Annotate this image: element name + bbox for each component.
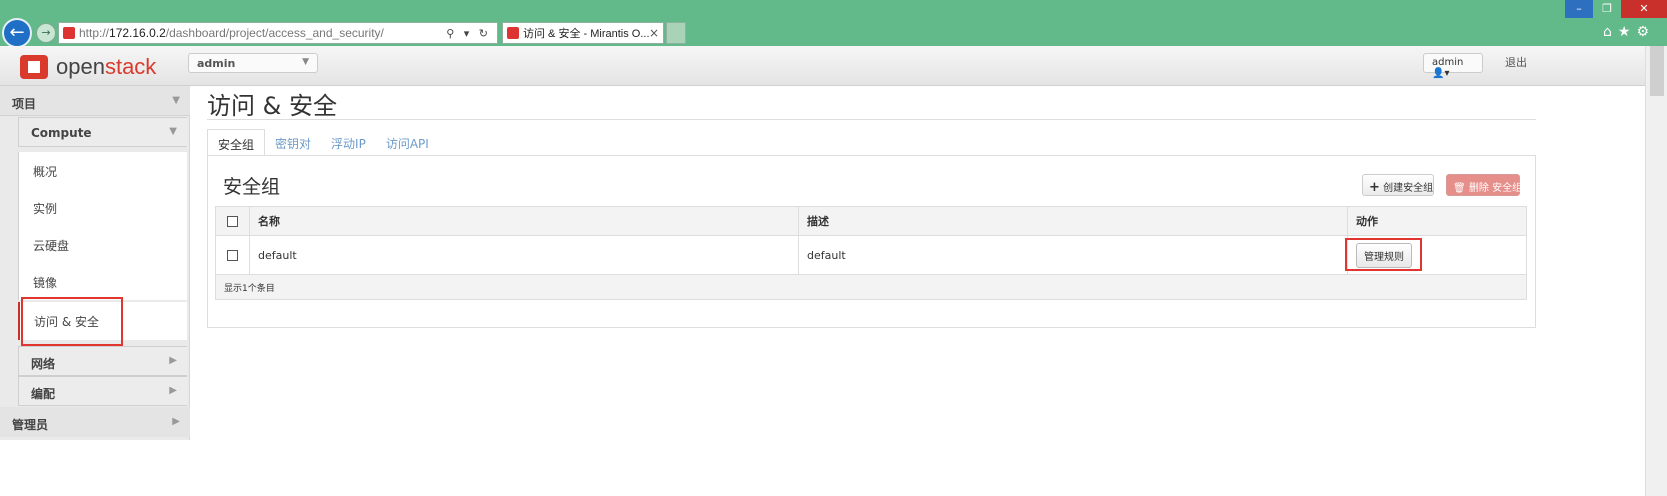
close-icon[interactable]: ✕ [1621,0,1667,18]
user-menu-button[interactable]: admin 👤▾ [1423,53,1483,79]
sidebar-item-label: 镜像 [33,276,58,290]
logout-link[interactable]: 退出 [1505,54,1527,70]
plus-icon: + [1369,180,1380,195]
sidebar-item-images[interactable]: 镜像 [18,263,187,300]
table-header-row: 名称 描述 动作 [215,206,1527,236]
column-header-actions: 动作 [1347,206,1527,236]
tab-key-pairs[interactable]: 密钥对 [265,129,321,156]
sidebar-group-label: Compute [31,126,92,140]
tab-close-icon[interactable]: × [649,26,659,40]
sidebar-item-label: 云硬盘 [33,239,70,253]
page-title: 访问 & 安全 [207,92,337,120]
chevron-down-icon: ▼ [172,95,180,106]
tab-api-access[interactable]: 访问API [376,129,439,156]
sidebar-item-label: 实例 [33,202,58,216]
sidebar-section-label: 管理员 [12,418,49,432]
sidebar-item-overview[interactable]: 概况 [18,152,187,189]
window-controls: – ❐ ✕ [1565,0,1667,18]
title-divider [207,119,1536,120]
sidebar-group-orchestration[interactable]: 编配 ▶ [18,376,187,406]
logo-text: openstack [56,54,157,79]
address-bar[interactable]: http://172.16.0.2/dashboard/project/acce… [58,22,498,44]
cell-name: default [249,235,799,275]
browser-toolbar-icons: ⌂★⚙ [1603,24,1655,40]
table-footer-count: 显示1个条目 [215,274,1527,300]
sidebar-item-volumes[interactable]: 云硬盘 [18,226,187,263]
sidebar-group-compute[interactable]: Compute ▼ [18,117,187,147]
chevron-down-icon: ▼ [169,126,177,137]
delete-security-group-button[interactable]: 🗑 删除 安全组 [1446,174,1523,196]
restore-icon[interactable]: ❐ [1593,0,1621,18]
row-select-cell [215,235,250,275]
row-checkbox[interactable] [227,250,238,261]
home-icon[interactable]: ⌂ [1603,24,1618,40]
cell-description: default [798,235,1348,275]
sidebar-group-label: 编配 [31,387,56,401]
chevron-down-icon: ▼ [302,57,309,67]
select-all-cell [215,206,250,236]
create-security-group-button[interactable]: + 创建安全组 [1362,174,1434,196]
sidebar-group-label: 网络 [31,357,56,371]
select-all-checkbox[interactable] [227,216,238,227]
browser-chrome: ← → http://172.16.0.2/dashboard/project/… [0,0,1667,48]
user-menu-label: admin [1432,57,1464,68]
highlight-box-manage-rules [1345,238,1422,271]
sidebar-section-project[interactable]: 项目 ▼ [0,86,190,116]
security-groups-table: 名称 描述 动作 default default 管理规则 显示1个条目 [215,206,1527,300]
vertical-scrollbar[interactable] [1645,46,1667,496]
column-header-description[interactable]: 描述 [798,206,1348,236]
tab-title: 访问 & 安全 - Mirantis O... [523,28,649,40]
site-favicon-icon [63,27,75,39]
sidebar-item-label: 概况 [33,165,58,179]
sidebar: 项目 ▼ Compute ▼ 概况 实例 云硬盘 镜像 访问 & 安全 网络 ▶… [0,86,190,440]
panel-title: 安全组 [223,176,281,198]
project-selector[interactable]: admin ▼ [188,53,318,73]
minimize-icon[interactable]: – [1565,0,1593,18]
chevron-right-icon: ▶ [169,355,177,366]
openstack-logo-icon [20,55,48,79]
create-button-label: 创建安全组 [1383,183,1434,194]
chevron-right-icon: ▶ [172,416,180,427]
sidebar-item-instances[interactable]: 实例 [18,189,187,226]
trash-icon: 🗑 [1453,183,1466,194]
tab-security-groups[interactable]: 安全组 [207,129,266,156]
browser-tab[interactable]: 访问 & 安全 - Mirantis O... × [502,22,664,44]
chevron-right-icon: ▶ [169,385,177,396]
new-tab-button[interactable] [666,22,686,44]
user-icon: 👤▾ [1432,68,1450,79]
back-arrow-icon[interactable]: ← [2,18,32,48]
scrollbar-thumb[interactable] [1650,46,1664,96]
sidebar-section-label: 项目 [12,97,37,111]
tab-favicon-icon [507,27,519,39]
table-footer-row: 显示1个条目 [215,274,1527,300]
app-topbar: openstack admin ▼ admin 👤▾ 退出 [0,46,1645,86]
sidebar-group-network[interactable]: 网络 ▶ [18,346,187,376]
forward-arrow-icon[interactable]: → [36,23,56,43]
table-row: default default 管理规则 [215,235,1527,275]
gear-icon[interactable]: ⚙ [1636,24,1655,40]
url-text: http://172.16.0.2/dashboard/project/acce… [79,26,384,40]
delete-button-label: 删除 安全组 [1468,183,1523,194]
column-header-name[interactable]: 名称 [249,206,799,236]
openstack-logo[interactable]: openstack [20,54,156,80]
project-selector-label: admin [197,57,236,70]
tab-bar: 安全组 密钥对 浮动IP 访问API [207,129,439,156]
sidebar-section-admin[interactable]: 管理员 ▶ [0,407,190,437]
star-icon[interactable]: ★ [1618,24,1637,40]
address-tools-icon[interactable]: ⚲ ▾ ↻ [446,27,497,40]
highlight-box-sidebar [21,297,123,346]
tab-floating-ips[interactable]: 浮动IP [321,129,376,156]
